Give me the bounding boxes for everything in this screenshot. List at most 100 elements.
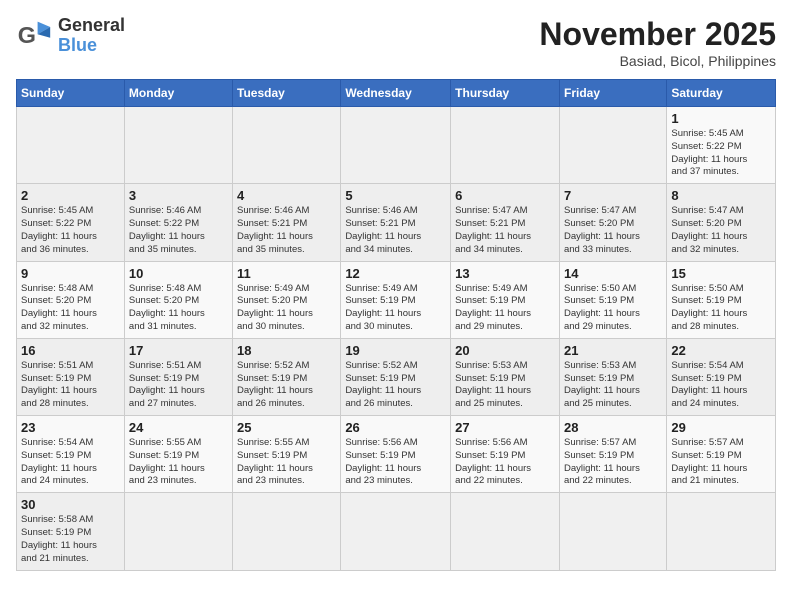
calendar-cell: 29Sunrise: 5:57 AM Sunset: 5:19 PM Dayli… — [667, 416, 776, 493]
day-number: 23 — [21, 420, 120, 435]
day-number: 29 — [671, 420, 771, 435]
day-number: 20 — [455, 343, 555, 358]
calendar-cell: 12 Sunrise: 5:49 AM Sunset: 5:19 PM Dayli… — [341, 261, 451, 338]
day-number: 1 — [671, 111, 771, 126]
calendar-cell — [341, 107, 451, 184]
weekday-header-tuesday: Tuesday — [233, 80, 341, 107]
calendar-header: SundayMondayTuesdayWednesdayThursdayFrid… — [17, 80, 776, 107]
day-info: Sunrise: 5:54 AM Sunset: 5:19 PM Dayligh… — [21, 437, 120, 488]
calendar-cell: 19 Sunrise: 5:52 AM Sunset: 5:19 PM Dayli… — [341, 338, 451, 415]
calendar-week-6: 30 Sunrise: 5:58 AM Sunset: 5:19 PM Dayli… — [17, 493, 776, 570]
day-info: Sunrise: 5:49 AM Sunset: 5:19 PM Dayligh… — [455, 283, 555, 334]
month-title: November 2025 — [539, 16, 776, 53]
page-header: G General Blue November 2025 Basiad, Bic… — [16, 16, 776, 69]
calendar-week-5: 23 Sunrise: 5:54 AM Sunset: 5:19 PM Dayli… — [17, 416, 776, 493]
calendar-cell — [667, 493, 776, 570]
day-info: Sunrise: 5:55 AM Sunset: 5:19 PM Dayligh… — [129, 437, 228, 488]
day-number: 4 — [237, 188, 336, 203]
day-number: 27 — [455, 420, 555, 435]
day-info: Sunrise: 5:46 AM Sunset: 5:22 PM Dayligh… — [129, 205, 228, 256]
day-info: Sunrise: 5:58 AM Sunset: 5:19 PM Dayligh… — [21, 514, 120, 565]
calendar-cell: 17Sunrise: 5:51 AM Sunset: 5:19 PM Dayli… — [124, 338, 232, 415]
calendar-body: 1 Sunrise: 5:45 AM Sunset: 5:22 PM Daylig… — [17, 107, 776, 571]
day-info: Sunrise: 5:56 AM Sunset: 5:19 PM Dayligh… — [455, 437, 555, 488]
day-info: Sunrise: 5:47 AM Sunset: 5:21 PM Dayligh… — [455, 205, 555, 256]
day-number: 26 — [345, 420, 446, 435]
day-info: Sunrise: 5:53 AM Sunset: 5:19 PM Dayligh… — [455, 360, 555, 411]
logo-blue: Blue — [58, 35, 97, 55]
calendar-cell: 4 Sunrise: 5:46 AM Sunset: 5:21 PM Daylig… — [233, 184, 341, 261]
calendar-week-2: 2 Sunrise: 5:45 AM Sunset: 5:22 PM Daylig… — [17, 184, 776, 261]
day-info: Sunrise: 5:53 AM Sunset: 5:19 PM Dayligh… — [564, 360, 662, 411]
calendar-cell — [17, 107, 125, 184]
day-number: 18 — [237, 343, 336, 358]
calendar-cell: 22Sunrise: 5:54 AM Sunset: 5:19 PM Dayli… — [667, 338, 776, 415]
day-info: Sunrise: 5:48 AM Sunset: 5:20 PM Dayligh… — [129, 283, 228, 334]
calendar-cell: 25 Sunrise: 5:55 AM Sunset: 5:19 PM Dayli… — [233, 416, 341, 493]
calendar-cell — [559, 493, 666, 570]
logo-icon: G — [16, 18, 52, 54]
day-info: Sunrise: 5:50 AM Sunset: 5:19 PM Dayligh… — [564, 283, 662, 334]
calendar-cell — [233, 107, 341, 184]
calendar-cell: 8Sunrise: 5:47 AM Sunset: 5:20 PM Daylig… — [667, 184, 776, 261]
day-number: 21 — [564, 343, 662, 358]
day-number: 11 — [237, 266, 336, 281]
calendar-cell — [124, 107, 232, 184]
day-info: Sunrise: 5:46 AM Sunset: 5:21 PM Dayligh… — [237, 205, 336, 256]
day-number: 12 — [345, 266, 446, 281]
calendar-cell: 14 Sunrise: 5:50 AM Sunset: 5:19 PM Dayli… — [559, 261, 666, 338]
logo-text: General Blue — [58, 16, 125, 56]
calendar-week-1: 1 Sunrise: 5:45 AM Sunset: 5:22 PM Daylig… — [17, 107, 776, 184]
calendar-cell: 23 Sunrise: 5:54 AM Sunset: 5:19 PM Dayli… — [17, 416, 125, 493]
day-info: Sunrise: 5:45 AM Sunset: 5:22 PM Dayligh… — [671, 128, 771, 179]
day-number: 7 — [564, 188, 662, 203]
day-number: 30 — [21, 497, 120, 512]
calendar-cell: 11Sunrise: 5:49 AM Sunset: 5:20 PM Dayli… — [233, 261, 341, 338]
svg-text:G: G — [18, 22, 36, 48]
day-number: 16 — [21, 343, 120, 358]
day-number: 14 — [564, 266, 662, 281]
day-info: Sunrise: 5:49 AM Sunset: 5:19 PM Dayligh… — [345, 283, 446, 334]
day-info: Sunrise: 5:46 AM Sunset: 5:21 PM Dayligh… — [345, 205, 446, 256]
calendar-cell: 5Sunrise: 5:46 AM Sunset: 5:21 PM Daylig… — [341, 184, 451, 261]
day-info: Sunrise: 5:52 AM Sunset: 5:19 PM Dayligh… — [237, 360, 336, 411]
day-info: Sunrise: 5:56 AM Sunset: 5:19 PM Dayligh… — [345, 437, 446, 488]
calendar-cell: 20 Sunrise: 5:53 AM Sunset: 5:19 PM Dayli… — [451, 338, 560, 415]
day-info: Sunrise: 5:55 AM Sunset: 5:19 PM Dayligh… — [237, 437, 336, 488]
day-number: 6 — [455, 188, 555, 203]
weekday-header-wednesday: Wednesday — [341, 80, 451, 107]
day-info: Sunrise: 5:52 AM Sunset: 5:19 PM Dayligh… — [345, 360, 446, 411]
day-number: 25 — [237, 420, 336, 435]
calendar-cell: 13Sunrise: 5:49 AM Sunset: 5:19 PM Dayli… — [451, 261, 560, 338]
calendar-cell: 7 Sunrise: 5:47 AM Sunset: 5:20 PM Daylig… — [559, 184, 666, 261]
day-info: Sunrise: 5:47 AM Sunset: 5:20 PM Dayligh… — [564, 205, 662, 256]
calendar-week-3: 9Sunrise: 5:48 AM Sunset: 5:20 PM Daylig… — [17, 261, 776, 338]
calendar-cell: 30 Sunrise: 5:58 AM Sunset: 5:19 PM Dayli… — [17, 493, 125, 570]
calendar-week-4: 16Sunrise: 5:51 AM Sunset: 5:19 PM Dayli… — [17, 338, 776, 415]
location-title: Basiad, Bicol, Philippines — [539, 53, 776, 69]
day-number: 3 — [129, 188, 228, 203]
day-info: Sunrise: 5:48 AM Sunset: 5:20 PM Dayligh… — [21, 283, 120, 334]
weekday-header-friday: Friday — [559, 80, 666, 107]
day-info: Sunrise: 5:45 AM Sunset: 5:22 PM Dayligh… — [21, 205, 120, 256]
calendar-cell: 16Sunrise: 5:51 AM Sunset: 5:19 PM Dayli… — [17, 338, 125, 415]
calendar-cell: 27 Sunrise: 5:56 AM Sunset: 5:19 PM Dayli… — [451, 416, 560, 493]
calendar-cell — [124, 493, 232, 570]
title-block: November 2025 Basiad, Bicol, Philippines — [539, 16, 776, 69]
calendar-cell: 1 Sunrise: 5:45 AM Sunset: 5:22 PM Daylig… — [667, 107, 776, 184]
calendar-cell — [559, 107, 666, 184]
day-number: 19 — [345, 343, 446, 358]
logo: G General Blue — [16, 16, 125, 56]
calendar-cell: 3 Sunrise: 5:46 AM Sunset: 5:22 PM Daylig… — [124, 184, 232, 261]
calendar-cell: 26 Sunrise: 5:56 AM Sunset: 5:19 PM Dayli… — [341, 416, 451, 493]
weekday-row: SundayMondayTuesdayWednesdayThursdayFrid… — [17, 80, 776, 107]
day-number: 2 — [21, 188, 120, 203]
calendar-table: SundayMondayTuesdayWednesdayThursdayFrid… — [16, 79, 776, 571]
logo-general: General — [58, 15, 125, 35]
day-info: Sunrise: 5:54 AM Sunset: 5:19 PM Dayligh… — [671, 360, 771, 411]
day-info: Sunrise: 5:47 AM Sunset: 5:20 PM Dayligh… — [671, 205, 771, 256]
day-number: 28 — [564, 420, 662, 435]
weekday-header-thursday: Thursday — [451, 80, 560, 107]
day-info: Sunrise: 5:57 AM Sunset: 5:19 PM Dayligh… — [564, 437, 662, 488]
calendar-cell — [451, 493, 560, 570]
